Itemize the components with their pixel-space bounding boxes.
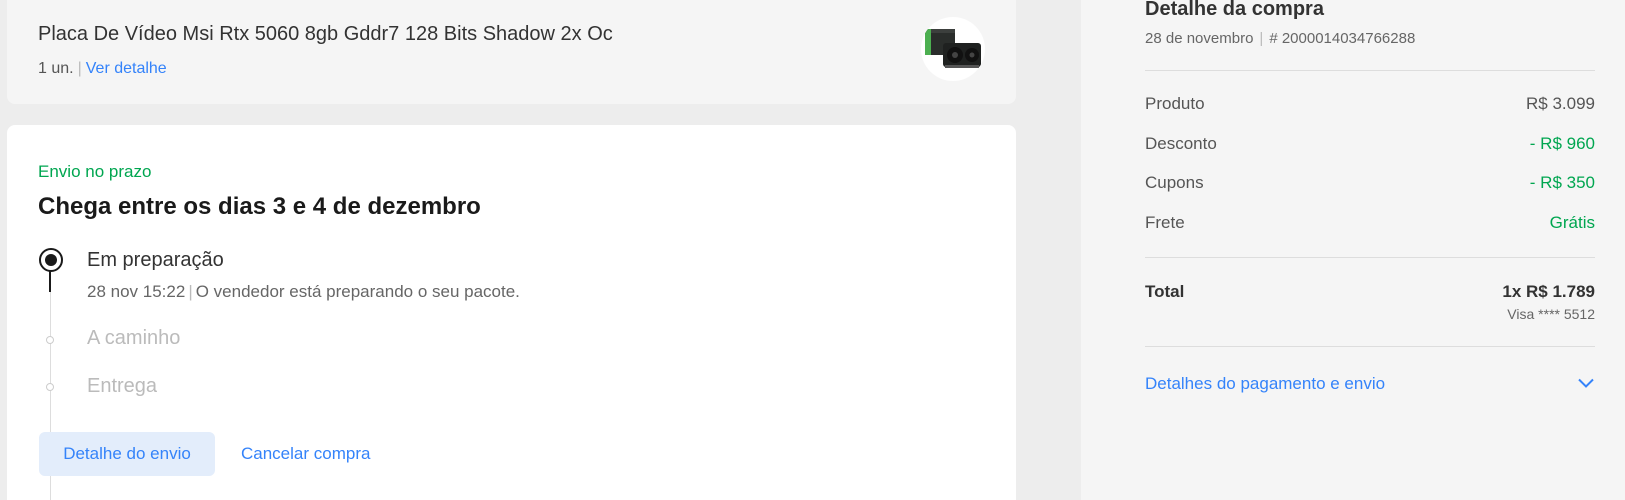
shipping-status: Envio no prazo <box>38 162 152 181</box>
product-thumbnail[interactable] <box>921 17 985 81</box>
purchase-summary-panel: Detalhe da compra 28 de novembro | # 20000… <box>1081 0 1625 500</box>
payment-shipping-details-link[interactable]: Detalhes do pagamento e envio <box>1145 374 1385 394</box>
step-on-the-way: A caminho <box>87 327 181 349</box>
total-value: 1x R$ 1.789 <box>1502 282 1595 301</box>
summary-line-shipping: Frete Grátis <box>1145 213 1595 232</box>
summary-line-discount: Desconto - R$ 960 <box>1145 134 1595 153</box>
divider <box>1145 346 1595 347</box>
timeline-dot-active <box>39 248 63 272</box>
product-title: Placa De Vídeo Msi Rtx 5060 8gb Gddr7 12… <box>38 23 613 45</box>
cancel-purchase-link[interactable]: Cancelar compra <box>241 444 370 464</box>
chevron-down-icon[interactable] <box>1578 378 1594 388</box>
order-date: 28 de novembro <box>1145 30 1254 47</box>
shipping-detail-button[interactable]: Detalhe do envio <box>39 432 215 476</box>
divider <box>1145 70 1595 71</box>
summary-line-coupons: Cupons - R$ 350 <box>1145 173 1595 192</box>
step-delivery: Entrega <box>87 375 158 397</box>
view-detail-link[interactable]: Ver detalhe <box>86 60 167 77</box>
product-card: Placa De Vídeo Msi Rtx 5060 8gb Gddr7 12… <box>7 0 1016 104</box>
delivery-estimate-heading: Chega entre os dias 3 e 4 de dezembro <box>38 193 481 220</box>
divider <box>1145 257 1595 258</box>
total-label: Total <box>1145 282 1185 301</box>
timeline-line-active <box>49 270 51 292</box>
step-time: 28 nov 15:22 <box>87 282 186 301</box>
product-quantity-row: 1 un. | Ver detalhe <box>38 60 167 77</box>
payment-card: Visa **** 5512 <box>1507 306 1595 322</box>
order-meta: 28 de novembro | # 2000014034766288 <box>1145 30 1416 47</box>
step-description: O vendedor está preparando o seu pacote. <box>195 282 520 301</box>
graphics-card-icon <box>925 29 981 68</box>
step-in-preparation-detail: 28 nov 15:22 | O vendedor está preparando … <box>87 282 520 301</box>
product-quantity: 1 un. <box>38 60 74 77</box>
shipping-card: Envio no prazo Chega entre os dias 3 e 4… <box>7 125 1016 500</box>
timeline-dot-pending <box>46 383 54 391</box>
timeline-dot-pending <box>46 336 54 344</box>
step-in-preparation: Em preparação <box>87 249 224 271</box>
summary-line-product: Produto R$ 3.099 <box>1145 94 1595 113</box>
order-number: # 2000014034766288 <box>1269 30 1416 47</box>
summary-title: Detalhe da compra <box>1145 0 1324 20</box>
